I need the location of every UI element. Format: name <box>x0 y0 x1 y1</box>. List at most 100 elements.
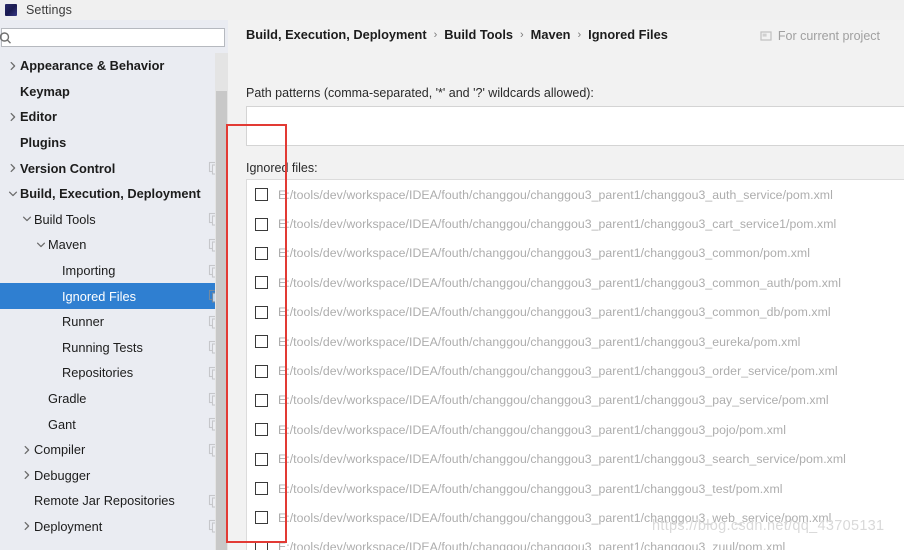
sidebar-item-label: Gradle <box>48 391 87 407</box>
ignored-file-checkbox[interactable] <box>255 188 268 202</box>
sidebar-item-maven[interactable]: Maven <box>0 232 228 258</box>
ignored-file-row[interactable]: E:/tools/dev/workspace/IDEA/fouth/changg… <box>247 239 904 268</box>
ignored-file-row[interactable]: E:/tools/dev/workspace/IDEA/fouth/changg… <box>247 268 904 297</box>
path-patterns-field[interactable] <box>246 106 904 146</box>
for-current-project-indicator: For current project <box>760 29 880 43</box>
chevron-right-icon[interactable] <box>20 519 34 533</box>
ignored-file-row[interactable]: E:/tools/dev/workspace/IDEA/fouth/changg… <box>247 445 904 474</box>
sidebar-item-appearance-behavior[interactable]: Appearance & Behavior <box>0 53 228 79</box>
ignored-file-path: E:/tools/dev/workspace/IDEA/fouth/changg… <box>278 393 829 408</box>
sidebar-item-editor[interactable]: Editor <box>0 104 228 130</box>
chevron-right-icon[interactable] <box>6 59 20 73</box>
chevron-right-icon[interactable] <box>6 110 20 124</box>
ignored-file-checkbox[interactable] <box>255 217 268 231</box>
chevron-right-icon[interactable] <box>20 468 34 482</box>
ignored-file-checkbox[interactable] <box>255 305 268 319</box>
breadcrumb-item[interactable]: Build, Execution, Deployment <box>246 27 427 42</box>
search-icon <box>0 30 13 46</box>
ignored-file-row[interactable]: E:/tools/dev/workspace/IDEA/fouth/changg… <box>247 474 904 503</box>
ignored-file-checkbox[interactable] <box>255 540 268 550</box>
ignored-file-checkbox[interactable] <box>255 335 268 349</box>
breadcrumb-separator: › <box>433 28 438 41</box>
sidebar-item-build-tools[interactable]: Build Tools <box>0 207 228 233</box>
ignored-file-checkbox[interactable] <box>255 364 268 378</box>
sidebar-item-label: Keymap <box>20 83 70 99</box>
ignored-file-checkbox[interactable] <box>255 452 268 466</box>
sidebar-item-deployment[interactable]: Deployment <box>0 514 228 540</box>
ignored-file-checkbox[interactable] <box>255 393 268 407</box>
chevron-down-icon[interactable] <box>34 238 48 252</box>
breadcrumb-item[interactable]: Build Tools <box>444 27 513 42</box>
sidebar-item-remote-jar-repositories[interactable]: Remote Jar Repositories <box>0 488 228 514</box>
sidebar-item-label: Repositories <box>62 365 134 381</box>
ignored-file-path: E:/tools/dev/workspace/IDEA/fouth/changg… <box>278 481 783 496</box>
sidebar-item-label: Runner <box>62 314 104 330</box>
project-scope-icon <box>760 30 772 42</box>
sidebar-scrollbar-track[interactable] <box>215 53 228 550</box>
ignored-file-row[interactable]: E:/tools/dev/workspace/IDEA/fouth/changg… <box>247 503 904 532</box>
sidebar-item-label: Build, Execution, Deployment <box>20 186 201 202</box>
ignored-file-path: E:/tools/dev/workspace/IDEA/fouth/changg… <box>278 510 832 525</box>
breadcrumb-item[interactable]: Ignored Files <box>588 27 668 42</box>
sidebar-item-debugger[interactable]: Debugger <box>0 463 228 489</box>
ignored-file-row[interactable]: E:/tools/dev/workspace/IDEA/fouth/changg… <box>247 327 904 356</box>
ignored-file-path: E:/tools/dev/workspace/IDEA/fouth/changg… <box>278 187 833 202</box>
sidebar-item-gant[interactable]: Gant <box>0 411 228 437</box>
ignored-file-checkbox[interactable] <box>255 511 268 525</box>
sidebar-item-build-execution-deployment[interactable]: Build, Execution, Deployment <box>0 181 228 207</box>
ignored-file-path: E:/tools/dev/workspace/IDEA/fouth/changg… <box>278 275 842 290</box>
sidebar-item-compiler[interactable]: Compiler <box>0 437 228 463</box>
ignored-file-checkbox[interactable] <box>255 276 268 290</box>
sidebar-item-label: Compiler <box>34 442 86 458</box>
ignored-file-row[interactable]: E:/tools/dev/workspace/IDEA/fouth/changg… <box>247 209 904 238</box>
chevron-right-icon[interactable] <box>6 161 20 175</box>
sidebar-item-running-tests[interactable]: Running Tests <box>0 335 228 361</box>
breadcrumb-separator: › <box>577 28 582 41</box>
sidebar-item-label: Maven <box>48 237 87 253</box>
sidebar-item-label: Version Control <box>20 160 116 176</box>
settings-sidebar: Appearance & Behavior Keymap Editor Plugins… <box>0 20 228 550</box>
sidebar-item-keymap[interactable]: Keymap <box>0 79 228 105</box>
sidebar-scrollbar-thumb[interactable] <box>216 91 227 550</box>
sidebar-item-label: Running Tests <box>62 339 143 355</box>
ignored-file-checkbox[interactable] <box>255 246 268 260</box>
chevron-right-icon[interactable] <box>20 443 34 457</box>
breadcrumb-item[interactable]: Maven <box>531 27 571 42</box>
ignored-file-row[interactable]: E:/tools/dev/workspace/IDEA/fouth/changg… <box>247 298 904 327</box>
breadcrumb: Build, Execution, Deployment › Build Tools… <box>246 27 668 42</box>
ignored-file-checkbox[interactable] <box>255 482 268 496</box>
ignored-file-row[interactable]: E:/tools/dev/workspace/IDEA/fouth/changg… <box>247 356 904 385</box>
path-patterns-label: Path patterns (comma-separated, '*' and … <box>246 86 594 100</box>
path-patterns-input[interactable] <box>247 107 904 145</box>
sidebar-item-version-control[interactable]: Version Control <box>0 155 228 181</box>
sidebar-item-gradle[interactable]: Gradle <box>0 386 228 412</box>
sidebar-item-runner[interactable]: Runner <box>0 309 228 335</box>
ignored-file-path: E:/tools/dev/workspace/IDEA/fouth/changg… <box>278 217 837 232</box>
settings-tree: Appearance & Behavior Keymap Editor Plugins… <box>0 53 228 550</box>
sidebar-item-label: Editor <box>20 109 57 125</box>
ignored-file-checkbox[interactable] <box>255 423 268 437</box>
sidebar-item-label: Build Tools <box>34 211 96 227</box>
ignored-file-row[interactable]: E:/tools/dev/workspace/IDEA/fouth/changg… <box>247 415 904 444</box>
search-box[interactable] <box>0 28 225 47</box>
sidebar-item-repositories[interactable]: Repositories <box>0 360 228 386</box>
ignored-file-path: E:/tools/dev/workspace/IDEA/fouth/changg… <box>278 540 786 550</box>
ignored-file-row[interactable]: E:/tools/dev/workspace/IDEA/fouth/changg… <box>247 533 904 550</box>
ignored-file-path: E:/tools/dev/workspace/IDEA/fouth/changg… <box>278 364 838 379</box>
sidebar-item-importing[interactable]: Importing <box>0 258 228 284</box>
sidebar-item-ignored-files[interactable]: Ignored Files <box>0 283 228 309</box>
search-input[interactable] <box>13 29 203 46</box>
chevron-down-icon[interactable] <box>20 212 34 226</box>
ignored-file-row[interactable]: E:/tools/dev/workspace/IDEA/fouth/changg… <box>247 386 904 415</box>
ignored-file-row[interactable]: E:/tools/dev/workspace/IDEA/fouth/changg… <box>247 180 904 209</box>
chevron-down-icon[interactable] <box>6 187 20 201</box>
sidebar-item-plugins[interactable]: Plugins <box>0 130 228 156</box>
